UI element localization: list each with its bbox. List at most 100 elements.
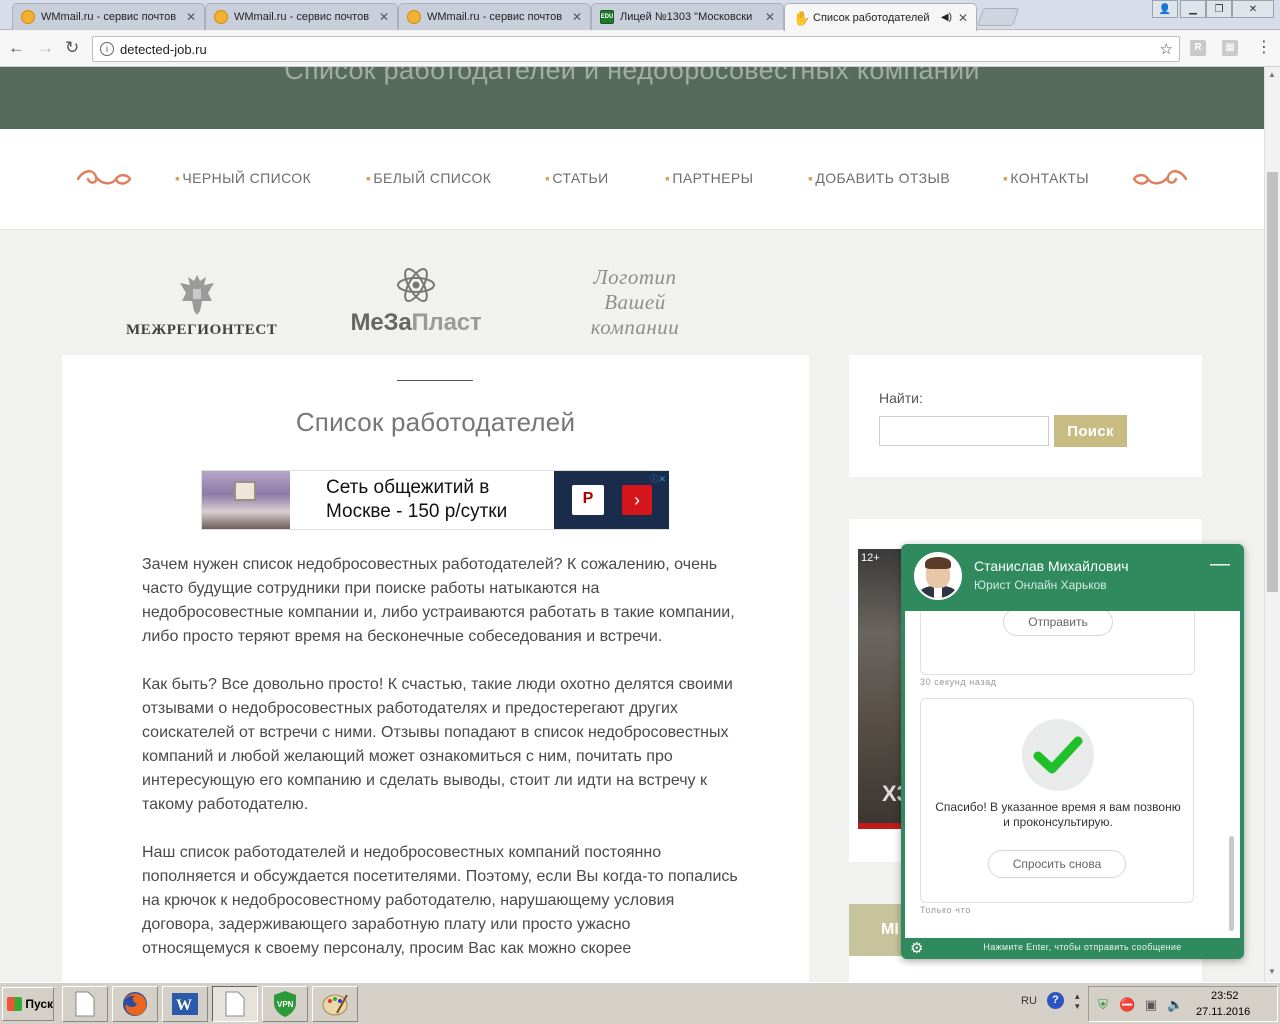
tab-close-icon[interactable]: ✕: [379, 10, 389, 24]
vpn-shield-icon: VPN: [274, 991, 296, 1017]
nav-item-whitelist[interactable]: ▪ БЕЛЫЙ СПИСОК: [366, 170, 491, 186]
hero-banner: Список работодателей и недобросовестных …: [0, 67, 1264, 129]
partner-logo-placeholder[interactable]: Логотип Вашей компании: [565, 265, 705, 340]
hero-title: Список работодателей и недобросовестных …: [284, 67, 980, 85]
volume-icon[interactable]: 🔈: [1167, 997, 1183, 1013]
chat-scrollbar[interactable]: [1229, 836, 1234, 931]
help-icon[interactable]: ?: [1047, 992, 1064, 1009]
tab-title: WMmail.ru - сервис почтов: [427, 11, 563, 23]
browser-tab-2[interactable]: WMmail.ru - сервис почтов ✕: [205, 3, 398, 30]
browser-tab-1[interactable]: WMmail.ru - сервис почтов ✕: [12, 3, 205, 30]
search-input[interactable]: [879, 416, 1049, 446]
close-window-button[interactable]: ✕: [1232, 0, 1274, 18]
clock-time[interactable]: 23:52: [1211, 990, 1239, 1002]
paint-palette-icon: [322, 994, 348, 1016]
browser-tab-3[interactable]: WMmail.ru - сервис почтов ✕: [398, 3, 591, 30]
send-button[interactable]: Отправить: [1003, 611, 1113, 636]
partner-logo-mezaplast[interactable]: МеЗаПласт: [340, 263, 492, 337]
ad-banner[interactable]: Сеть общежитий в Москве - 150 р/сутки P …: [201, 470, 669, 530]
partner-logo-text: МЕЖРЕГИОНТЕСТ: [126, 322, 278, 338]
address-bar[interactable]: i ☆: [92, 36, 1180, 62]
chat-widget: Станислав Михайлович Юрист Онлайн Харько…: [901, 544, 1244, 959]
ad-chevron-right-icon[interactable]: ›: [622, 485, 652, 515]
page-scrollbar[interactable]: ▲ ▼: [1264, 67, 1280, 982]
language-indicator[interactable]: RU: [1021, 995, 1037, 1007]
ad-image: [202, 471, 290, 529]
sidebar-widget-header: МІ: [849, 904, 909, 956]
menu-icon[interactable]: ⋮: [1256, 39, 1272, 57]
tab-close-icon[interactable]: ✕: [572, 10, 582, 24]
minimize-button[interactable]: ▁: [1180, 0, 1206, 18]
taskbar-app-vpn[interactable]: VPN: [262, 986, 308, 1022]
browser-tab-4[interactable]: EDU Лицей №1303 "Московски ✕: [591, 3, 784, 30]
chat-message-card: Отправить: [920, 611, 1195, 675]
svg-text:W: W: [176, 997, 192, 1014]
ad-brand-logo: P: [572, 485, 604, 515]
age-rating-badge: 12+: [861, 552, 880, 564]
clock-date[interactable]: 27.11.2016: [1196, 1006, 1250, 1018]
tray-arrows-icon[interactable]: ▴ ▾: [1075, 991, 1080, 1011]
extension-icon[interactable]: R: [1190, 40, 1206, 56]
chat-footer: ⚙ Нажмите Enter, чтобы отправить сообщен…: [901, 938, 1244, 959]
nav-label: СТАТЬИ: [552, 170, 609, 186]
back-arrow-icon[interactable]: ←: [8, 39, 25, 57]
taskbar-app-firefox[interactable]: [112, 986, 158, 1022]
chat-header[interactable]: Станислав Михайлович Юрист Онлайн Харько…: [901, 544, 1244, 611]
ask-again-button[interactable]: Спросить снова: [988, 850, 1126, 878]
network-icon[interactable]: ▣: [1143, 997, 1159, 1013]
url-input[interactable]: [120, 40, 1140, 58]
taskbar-app-document[interactable]: [62, 986, 108, 1022]
reload-icon[interactable]: ↻: [65, 39, 79, 57]
document-icon: [75, 991, 95, 1017]
ornament-left-svg: [76, 170, 132, 185]
eagle-svg: [180, 275, 214, 315]
taskbar-app-paint[interactable]: [312, 986, 358, 1022]
nav-item-articles[interactable]: ▪ СТАТЬИ: [545, 170, 609, 186]
logo-placeholder-line-2: Вашей: [604, 290, 666, 314]
windows-logo-icon: [7, 997, 23, 1011]
search-button[interactable]: Поиск: [1054, 415, 1127, 447]
restore-button[interactable]: ❐: [1206, 0, 1232, 18]
start-button[interactable]: Пуск: [2, 987, 54, 1021]
nav-label: ПАРТНЕРЫ: [672, 170, 754, 186]
word-icon: W: [172, 993, 198, 1015]
nav-item-partners[interactable]: ▪ ПАРТНЕРЫ: [665, 170, 753, 186]
tab-title: WMmail.ru - сервис почтов: [234, 11, 370, 23]
minimize-chat-icon[interactable]: —: [1210, 554, 1230, 574]
start-label: Пуск: [25, 997, 53, 1011]
title-divider: [397, 380, 473, 381]
shield-icon[interactable]: ⛨: [1095, 997, 1111, 1013]
nav-item-blacklist[interactable]: ▪ ЧЕРНЫЙ СПИСОК: [175, 170, 311, 186]
nav-item-add-review[interactable]: ▪ ДОБАВИТЬ ОТЗЫВ: [808, 170, 950, 186]
adchoices-icon[interactable]: ⓘ✕: [649, 472, 666, 485]
ornament-left-icon: [76, 167, 132, 198]
user-icon[interactable]: 👤: [1152, 0, 1178, 18]
tab-close-icon[interactable]: ✕: [186, 10, 196, 24]
forward-arrow-icon[interactable]: →: [37, 39, 54, 57]
chat-confirmation-card: Спасибо! В указанное время я вам позвоню…: [920, 698, 1194, 903]
tab-close-icon[interactable]: ✕: [765, 10, 775, 24]
info-icon[interactable]: i: [100, 42, 114, 56]
speaker-icon[interactable]: ◀): [941, 12, 952, 23]
atom-icon: [394, 263, 438, 307]
ad-image-window: [234, 481, 256, 501]
taskbar-app-word[interactable]: W: [162, 986, 208, 1022]
ad-line-2: Москве - 150 р/сутки: [326, 501, 508, 522]
bookmark-star-icon[interactable]: ☆: [1160, 40, 1173, 58]
hand-icon: ✋: [793, 9, 811, 26]
ornament-right-svg: [1132, 170, 1188, 185]
scroll-up-icon[interactable]: ▲: [1268, 70, 1276, 79]
network-error-icon[interactable]: ⛔: [1119, 997, 1135, 1013]
browser-tab-5[interactable]: ✋ Список работодателей ◀) ✕: [784, 3, 977, 31]
extension-icon[interactable]: ▦: [1222, 40, 1238, 56]
scrollbar-thumb[interactable]: [1267, 172, 1278, 592]
taskbar-app-notepad[interactable]: [212, 986, 258, 1022]
new-tab-button[interactable]: [976, 8, 1020, 26]
nav-item-contacts[interactable]: ▪ КОНТАКТЫ: [1003, 170, 1089, 186]
scroll-down-icon[interactable]: ▼: [1268, 967, 1276, 976]
ad-text: Сеть общежитий в Москве - 150 р/сутки: [326, 476, 507, 524]
tab-close-icon[interactable]: ✕: [958, 11, 968, 25]
ad-line-1: Сеть общежитий в: [326, 477, 490, 498]
partner-logo-mezhregiontest[interactable]: МЕЖРЕГИОНТЕСТ: [126, 271, 278, 339]
partner-logos: МЕЖРЕГИОНТЕСТ МеЗаПласт Логотип Вашей ко…: [0, 231, 1264, 356]
